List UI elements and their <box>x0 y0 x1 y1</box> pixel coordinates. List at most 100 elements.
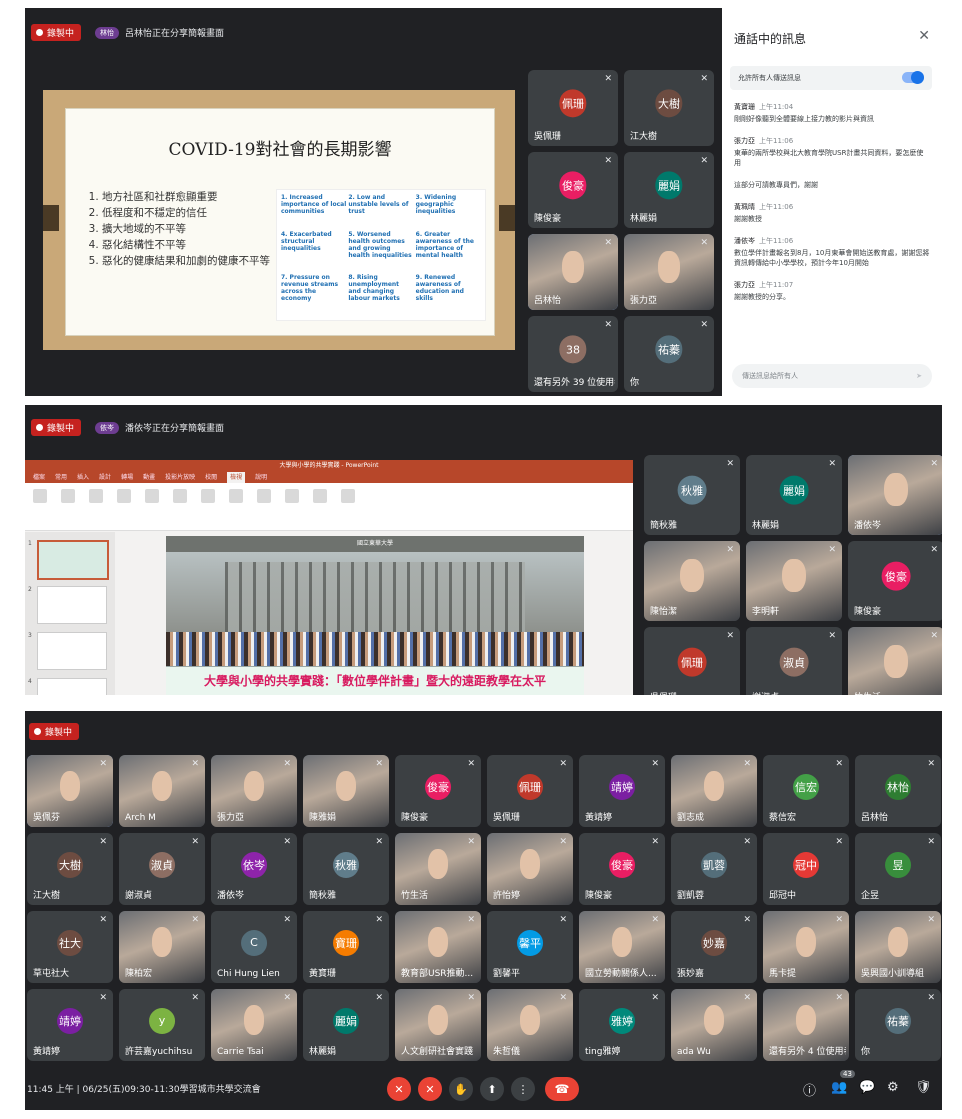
participant-tile[interactable]: 林怡 ✕ 呂林怡 <box>855 755 941 827</box>
host-controls-icon[interactable]: 🛡 <box>915 1080 932 1095</box>
participant-tile[interactable]: y ✕ 許芸嘉yuchihsu <box>119 989 205 1061</box>
participant-tile[interactable]: ✕ 陳怡潔 <box>644 541 740 621</box>
ribbon-icon[interactable] <box>117 489 131 503</box>
ribbon-icon[interactable] <box>313 489 327 503</box>
participant-tile[interactable]: ✕ 馬卡提 <box>763 911 849 983</box>
chat-input[interactable]: 傳送訊息給所有人 ➤ <box>732 364 932 388</box>
ribbon-icon[interactable] <box>61 489 75 503</box>
participant-tile[interactable]: 冠中 ✕ 邱冠中 <box>763 833 849 905</box>
participant-name: 黃靖婷 <box>33 1047 61 1057</box>
participant-tile[interactable]: ✕ 竹生活 <box>395 833 481 905</box>
ribbon-icon[interactable] <box>173 489 187 503</box>
participant-tile[interactable]: 麗娟 ✕ 林麗娟 <box>746 455 842 535</box>
participant-tile[interactable]: ✕ 李明軒 <box>746 541 842 621</box>
participant-tile[interactable]: 祐蓁 ✕ 你 <box>855 989 941 1061</box>
info-icon[interactable]: ⓘ <box>803 1080 816 1099</box>
participant-tile[interactable]: ✕ 人文創研社會實踐 <box>395 989 481 1061</box>
hangup-button[interactable]: ☎ <box>545 1077 579 1101</box>
participant-tile[interactable]: 麗娟 ✕ 林麗娟 <box>624 152 714 228</box>
participant-tile[interactable]: 佩珊 ✕ 吳佩珊 <box>487 755 573 827</box>
participant-tile[interactable]: 秋雅 ✕ 簡秋雅 <box>303 833 389 905</box>
participant-tile[interactable]: ✕ 吳佩芬 <box>27 755 113 827</box>
ribbon-icon[interactable] <box>33 489 47 503</box>
participant-tile[interactable]: ✕ 劉志成 <box>671 755 757 827</box>
participant-tile[interactable]: 秋雅 ✕ 簡秋雅 <box>644 455 740 535</box>
send-icon[interactable]: ➤ <box>916 372 922 380</box>
ribbon-tab[interactable]: 檔案 <box>33 472 45 483</box>
raise-hand-button[interactable]: ✋ <box>449 1077 473 1101</box>
participant-tile[interactable]: ✕ 陳雅娟 <box>303 755 389 827</box>
participant-tile[interactable]: 俊豪 ✕ 陳俊豪 <box>528 152 618 228</box>
participant-tile[interactable]: 祐蓁 ✕ 你 <box>624 316 714 392</box>
participant-tile[interactable]: 麗娟 ✕ 林麗娟 <box>303 989 389 1061</box>
participant-tile[interactable]: 妙嘉 ✕ 張妙嘉 <box>671 911 757 983</box>
participant-tile[interactable]: ✕ 竹生活 <box>848 627 942 695</box>
participant-tile[interactable]: 靖婷 ✕ 黃靖婷 <box>579 755 665 827</box>
participant-tile[interactable]: 昱 ✕ 企昱 <box>855 833 941 905</box>
ribbon-tab[interactable]: 轉場 <box>121 472 133 483</box>
ribbon-tab[interactable]: 檢視 <box>227 472 246 483</box>
present-button[interactable]: ⬆ <box>480 1077 504 1101</box>
participant-tile[interactable]: 馨平 ✕ 劉馨平 <box>487 911 573 983</box>
participant-tile[interactable]: 寶珊 ✕ 黃寶珊 <box>303 911 389 983</box>
participant-tile[interactable]: ✕ 許怡婷 <box>487 833 573 905</box>
participant-tile[interactable]: ✕ 張力亞 <box>624 234 714 310</box>
ribbon-tab[interactable]: 動畫 <box>143 472 155 483</box>
participant-tile[interactable]: 靖婷 ✕ 黃靖婷 <box>27 989 113 1061</box>
ribbon-icon[interactable] <box>341 489 355 503</box>
participant-tile[interactable]: 俊豪 ✕ 陳俊豪 <box>395 755 481 827</box>
participant-tile[interactable]: ✕ 陳柏宏 <box>119 911 205 983</box>
participant-tile[interactable]: ✕ 還有另外 4 位使用者 <box>763 989 849 1061</box>
participant-tile[interactable]: ✕ 國立勞動關係人... <box>579 911 665 983</box>
participant-tile[interactable]: 佩珊 ✕ 吳佩珊 <box>644 627 740 695</box>
ribbon-icon[interactable] <box>201 489 215 503</box>
participant-tile[interactable]: 淑貞 ✕ 謝淑貞 <box>119 833 205 905</box>
participant-tile[interactable]: 依岑 ✕ 潘依岑 <box>211 833 297 905</box>
activities-icon[interactable]: ⚙ <box>887 1080 899 1095</box>
ribbon-icon[interactable] <box>285 489 299 503</box>
participant-tile[interactable]: C ✕ Chi Hung Lien <box>211 911 297 983</box>
camera-off-button[interactable]: ✕ <box>418 1077 442 1101</box>
participant-tile[interactable]: 凱蓉 ✕ 劉凱蓉 <box>671 833 757 905</box>
participant-tile[interactable]: 淑貞 ✕ 謝淑貞 <box>746 627 842 695</box>
ribbon-tab[interactable]: 插入 <box>77 472 89 483</box>
participant-tile[interactable]: ✕ 教育部USR推動... <box>395 911 481 983</box>
ribbon-icon[interactable] <box>229 489 243 503</box>
participant-tile[interactable]: 社大 ✕ 草屯社大 <box>27 911 113 983</box>
chat-icon[interactable]: 💬 <box>859 1080 875 1095</box>
ribbon-icon[interactable] <box>145 489 159 503</box>
more-options-button[interactable]: ⋮ <box>511 1077 535 1101</box>
participant-tile[interactable]: ✕ 呂林怡 <box>528 234 618 310</box>
ribbon-tab[interactable]: 設計 <box>99 472 111 483</box>
ribbon-tab[interactable]: 常用 <box>55 472 67 483</box>
participant-tile[interactable]: ✕ Carrie Tsai <box>211 989 297 1061</box>
ribbon-tab[interactable]: 說明 <box>255 472 267 483</box>
allow-messages-toggle[interactable] <box>902 71 924 84</box>
participant-tile[interactable]: 俊豪 ✕ 陳俊豪 <box>579 833 665 905</box>
ribbon-icon[interactable] <box>257 489 271 503</box>
slide-thumbnail[interactable] <box>37 586 107 624</box>
participant-tile[interactable]: 大樹 ✕ 江大樹 <box>27 833 113 905</box>
participant-tile[interactable]: 大樹 ✕ 江大樹 <box>624 70 714 146</box>
ribbon-icon[interactable] <box>89 489 103 503</box>
avatar: 靖婷 <box>57 1007 83 1034</box>
participant-tile[interactable]: 俊豪 ✕ 陳俊豪 <box>848 541 942 621</box>
participant-tile[interactable]: ✕ 朱哲儀 <box>487 989 573 1061</box>
participant-tile[interactable]: ✕ Arch M <box>119 755 205 827</box>
mic-off-button[interactable]: ✕ <box>387 1077 411 1101</box>
participant-tile[interactable]: ✕ 張力亞 <box>211 755 297 827</box>
ribbon-tab[interactable]: 投影片放映 <box>165 472 195 483</box>
ribbon-tab[interactable]: 校閱 <box>205 472 217 483</box>
participant-tile[interactable]: 信宏 ✕ 蔡信宏 <box>763 755 849 827</box>
participant-tile[interactable]: 38 ✕ 還有另外 39 位使用者 <box>528 316 618 392</box>
participant-tile[interactable]: 佩珊 ✕ 吳佩珊 <box>528 70 618 146</box>
slide-thumbnail[interactable] <box>37 678 107 695</box>
people-icon[interactable]: 👥 <box>831 1080 847 1095</box>
participant-tile[interactable]: ✕ 潘依岑 <box>848 455 942 535</box>
slide-thumbnail[interactable] <box>37 540 109 580</box>
slide-thumbnail[interactable] <box>37 632 107 670</box>
close-icon[interactable]: ✕ <box>918 28 930 44</box>
participant-tile[interactable]: ✕ ada Wu <box>671 989 757 1061</box>
participant-tile[interactable]: 雅婷 ✕ ting雅婷 <box>579 989 665 1061</box>
participant-tile[interactable]: ✕ 吳興國小訓導組 <box>855 911 941 983</box>
